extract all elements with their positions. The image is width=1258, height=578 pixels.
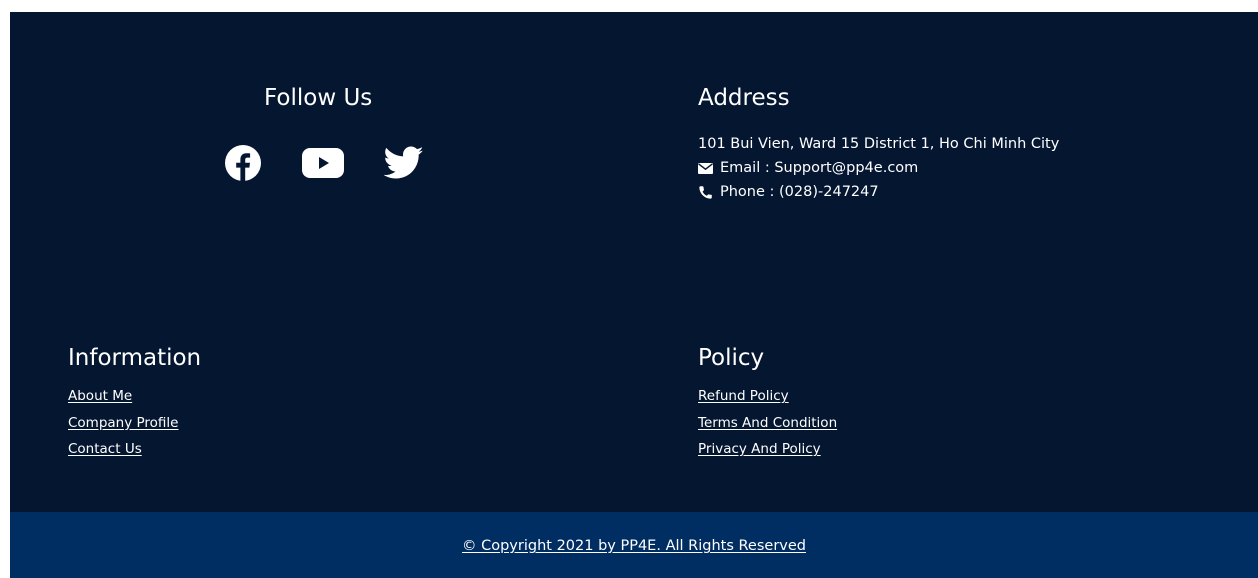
site-footer: Follow Us Address 101 Bui Vien, Ward 15 … <box>10 12 1258 578</box>
copyright-link[interactable]: © Copyright 2021 by PP4E. All Rights Res… <box>462 537 806 555</box>
street-address-text: 101 Bui Vien, Ward 15 District 1, Ho Chi… <box>698 136 1060 152</box>
address-block: 101 Bui Vien, Ward 15 District 1, Ho Chi… <box>698 132 1059 204</box>
list-item: Privacy And Policy <box>698 436 837 463</box>
phone-line: Phone : (028)-247247 <box>698 180 1059 204</box>
list-item: Terms And Condition <box>698 410 837 437</box>
follow-us-heading: Follow Us <box>264 85 373 111</box>
list-item: About Me <box>68 383 179 410</box>
list-item: Refund Policy <box>698 383 837 410</box>
youtube-icon <box>302 148 344 178</box>
email-text: Email : Support@pp4e.com <box>720 160 919 176</box>
copyright-bar: © Copyright 2021 by PP4E. All Rights Res… <box>10 512 1258 578</box>
about-me-link[interactable]: About Me <box>68 388 132 404</box>
refund-policy-link[interactable]: Refund Policy <box>698 388 789 404</box>
twitter-icon <box>384 146 424 179</box>
information-links: About Me Company Profile Contact Us <box>68 383 179 463</box>
youtube-link[interactable] <box>302 144 344 182</box>
address-heading: Address <box>698 85 790 111</box>
company-profile-link[interactable]: Company Profile <box>68 415 179 431</box>
privacy-and-policy-link[interactable]: Privacy And Policy <box>698 441 821 457</box>
terms-and-condition-link[interactable]: Terms And Condition <box>698 415 837 431</box>
information-heading: Information <box>68 345 202 371</box>
list-item: Contact Us <box>68 436 179 463</box>
facebook-icon <box>225 145 261 181</box>
email-line: Email : Support@pp4e.com <box>698 156 1059 180</box>
footer-main: Follow Us Address 101 Bui Vien, Ward 15 … <box>10 12 1258 512</box>
policy-heading: Policy <box>698 345 765 371</box>
twitter-link[interactable] <box>384 144 424 182</box>
contact-us-link[interactable]: Contact Us <box>68 441 142 457</box>
phone-text: Phone : (028)-247247 <box>720 184 879 200</box>
policy-links: Refund Policy Terms And Condition Privac… <box>698 383 837 463</box>
list-item: Company Profile <box>68 410 179 437</box>
phone-icon <box>698 185 716 199</box>
facebook-link[interactable] <box>224 144 262 182</box>
social-links <box>224 144 424 182</box>
street-address: 101 Bui Vien, Ward 15 District 1, Ho Chi… <box>698 132 1059 156</box>
envelope-icon <box>698 161 716 175</box>
